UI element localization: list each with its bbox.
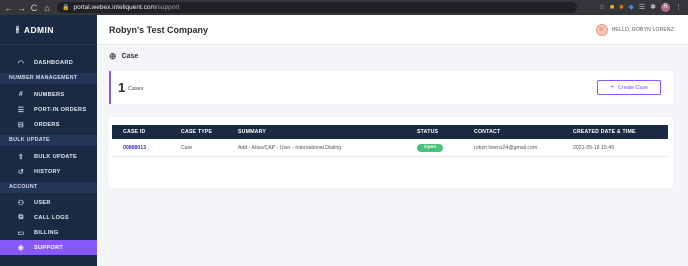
contact-cell: robyn.lorenz24@gmail.com (474, 145, 538, 151)
puzzle-icon[interactable]: ✱ (650, 4, 656, 12)
sidebar-item-label: CALL LOGS (34, 214, 69, 221)
sidebar-group-number-management: NUMBER MANAGEMENT (0, 73, 97, 84)
document-icon: ⊟ (17, 121, 25, 129)
sidebar-item-call-logs[interactable]: ⧉ CALL LOGS (0, 210, 97, 225)
hash-icon: # (18, 91, 24, 98)
sidebar-item-label: NUMBERS (34, 91, 65, 98)
sidebar-item-label: PORT-IN ORDERS (34, 106, 87, 113)
globe-icon: ⊕ (109, 51, 117, 61)
column-header-case-type[interactable]: CASE TYPE (181, 125, 212, 139)
sidebar-item-label: USER (34, 199, 51, 206)
profile-avatar[interactable]: R (661, 3, 670, 12)
user-avatar: ☺ (595, 23, 608, 36)
sidebar-item-label: SUPPORT (34, 244, 64, 251)
back-arrow-icon[interactable]: ← (4, 3, 13, 13)
upload-icon: ⇪ (17, 153, 25, 161)
sidebar: ⫲ ADMIN ◠ DASHBOARD NUMBER MANAGEMENT # … (0, 15, 97, 266)
page-title: Case (121, 53, 139, 60)
lock-icon: 🔒 (62, 5, 70, 11)
reload-icon[interactable]: C (30, 3, 38, 13)
sidebar-item-dashboard[interactable]: ◠ DASHBOARD (0, 55, 97, 70)
sidebar-item-label: BULK UPDATE (34, 153, 77, 160)
case-id-link[interactable]: 00888013 (123, 139, 146, 157)
url-path: /support (155, 4, 180, 11)
browser-toolbar: ← → C ⌂ 🔒 portal.webex.inteliquent.com/s… (0, 0, 688, 15)
extension-icon[interactable]: ☰ (639, 4, 645, 12)
sidebar-item-port-in-orders[interactable]: ☰ PORT-IN ORDERS (0, 102, 97, 117)
sidebar-item-user[interactable]: ⚇ USER (0, 195, 97, 210)
sliders-icon: ⫲ (16, 24, 19, 34)
sidebar-item-label: ORDERS (34, 121, 60, 128)
column-header-contact[interactable]: CONTACT (474, 125, 500, 139)
user-greeting: HELLO, ROBYN LORENZ (611, 26, 674, 33)
card-icon: ▭ (17, 229, 25, 237)
main-content: ⊕ Case 1 Cases + Create Case CASE ID CAS… (97, 45, 688, 266)
created-date-cell: 2021-05-18 15:49 (573, 145, 614, 151)
table-header: CASE ID CASE TYPE SUMMARY STATUS CONTACT… (112, 125, 668, 139)
extension-tray: ☆ ■ ■ ◆ ☰ ✱ R ⋮ (599, 3, 688, 12)
top-header: Robyn's Test Company ☺ HELLO, ROBYN LORE… (97, 15, 688, 45)
browser-nav: ← → C ⌂ (0, 3, 51, 13)
sidebar-item-billing[interactable]: ▭ BILLING (0, 225, 97, 240)
sidebar-group-bulk-update: BULK UPDATE (0, 135, 97, 146)
user-icon: ⚇ (17, 199, 25, 207)
column-header-status[interactable]: STATUS (417, 125, 438, 139)
sidebar-item-label: DASHBOARD (34, 59, 74, 66)
star-icon[interactable]: ☆ (599, 4, 605, 12)
extension-icon[interactable]: ■ (610, 4, 614, 12)
status-badge: Open (417, 144, 443, 152)
url-host: portal.webex.inteliquent.com (73, 4, 156, 11)
column-header-summary[interactable]: SUMMARY (238, 125, 266, 139)
extension-icon[interactable]: ■ (619, 4, 623, 12)
home-icon[interactable]: ⌂ (43, 3, 51, 13)
sidebar-item-orders[interactable]: ⊟ ORDERS (0, 117, 97, 132)
list-icon: ☰ (17, 106, 25, 114)
sidebar-item-numbers[interactable]: # NUMBERS (0, 87, 97, 102)
cases-table-card: CASE ID CASE TYPE SUMMARY STATUS CONTACT… (109, 117, 673, 188)
globe-icon: ⊕ (17, 244, 25, 252)
plus-icon: + (610, 84, 615, 91)
menu-icon[interactable]: ⋮ (675, 4, 682, 12)
sidebar-item-label: HISTORY (34, 168, 61, 175)
address-bar[interactable]: 🔒 portal.webex.inteliquent.com/support (57, 2, 577, 13)
gauge-icon: ◠ (17, 59, 25, 67)
forward-arrow-icon[interactable]: → (17, 3, 26, 13)
sidebar-group-account: ACCOUNT (0, 182, 97, 193)
case-count: 1 (118, 80, 126, 95)
case-count-label: Cases (128, 86, 144, 92)
history-icon: ↺ (17, 168, 25, 176)
user-menu[interactable]: ☺ HELLO, ROBYN LORENZ (595, 23, 674, 36)
sidebar-item-label: BILLING (34, 229, 59, 236)
sidebar-item-support[interactable]: ⊕ SUPPORT (0, 240, 97, 255)
table-row[interactable]: 00888013 Care Add - Atlas/CAP - User - I… (112, 139, 668, 157)
sidebar-item-bulk-update[interactable]: ⇪ BULK UPDATE (0, 149, 97, 164)
case-type-cell: Care (181, 145, 193, 151)
summary-cell: Add - Atlas/CAP - User - International D… (238, 145, 342, 151)
company-name: Robyn's Test Company (109, 24, 208, 35)
extension-icon[interactable]: ◆ (628, 4, 633, 12)
brand[interactable]: ⫲ ADMIN (0, 15, 97, 45)
create-case-button[interactable]: + Create Case (597, 80, 661, 95)
brand-label: ADMIN (23, 24, 54, 35)
column-header-created[interactable]: CREATED DATE & TIME (573, 125, 636, 139)
column-header-case-id[interactable]: CASE ID (123, 125, 145, 139)
call-log-icon: ⧉ (18, 213, 24, 221)
create-case-label: Create Case (618, 84, 648, 91)
sidebar-item-history[interactable]: ↺ HISTORY (0, 164, 97, 179)
breadcrumb: ⊕ Case (109, 51, 138, 62)
case-summary-card: 1 Cases + Create Case (109, 71, 673, 104)
